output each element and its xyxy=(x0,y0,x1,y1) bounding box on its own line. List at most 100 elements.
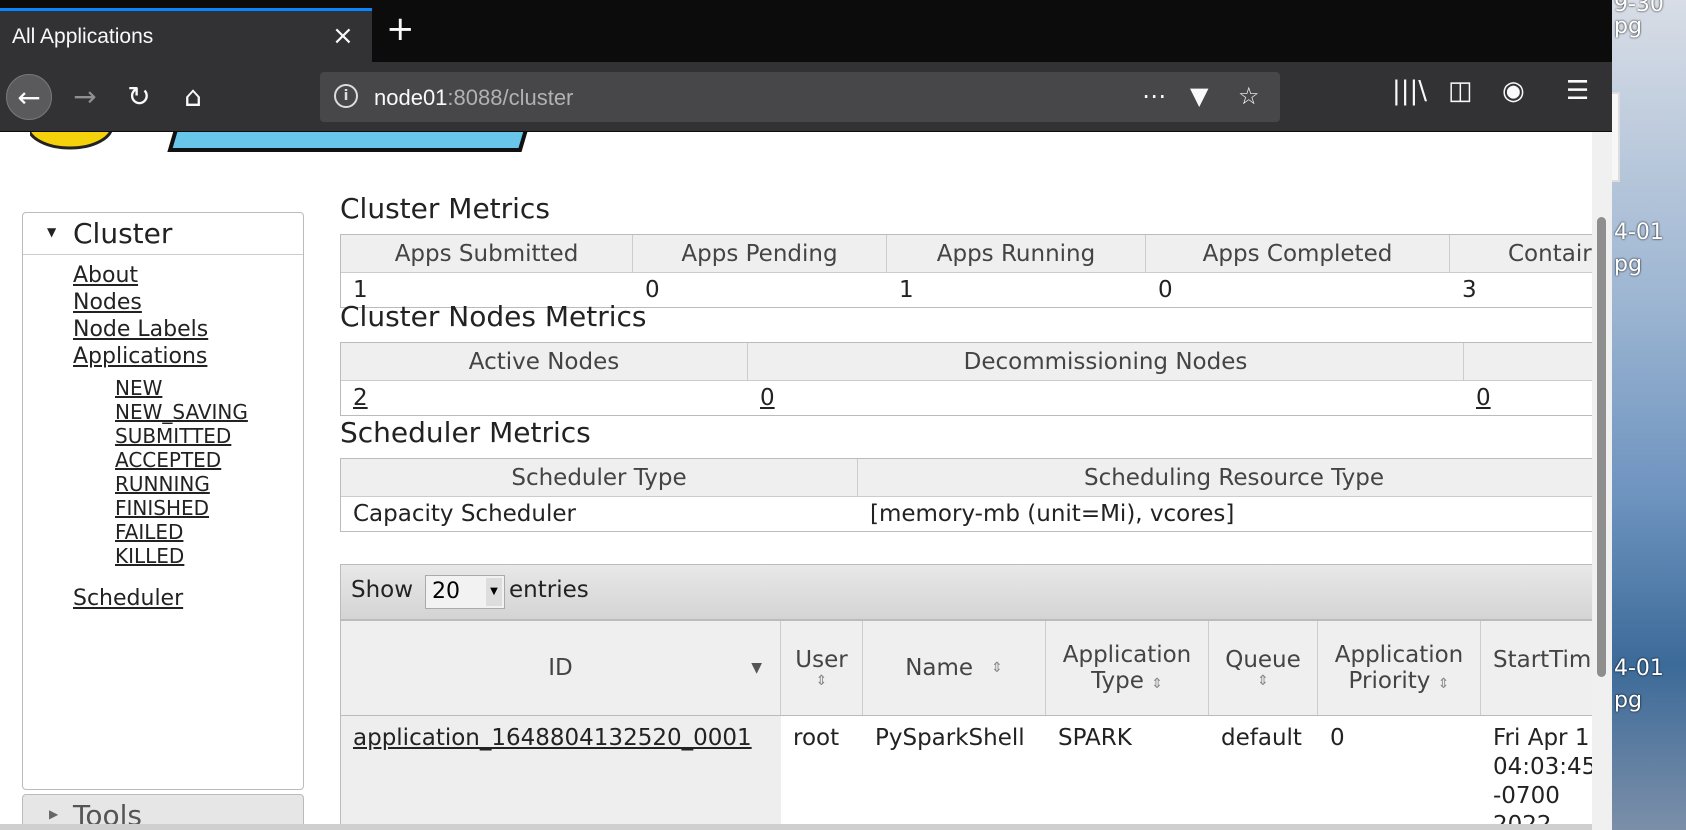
column-header-id[interactable]: ID ▼ xyxy=(341,621,781,715)
close-icon[interactable]: × xyxy=(332,21,354,51)
pocket-icon[interactable]: ▼ xyxy=(1190,82,1208,110)
header-cell: Apps Completed xyxy=(1146,235,1450,272)
cell-priority: 0 xyxy=(1330,725,1345,751)
desktop-label: pg xyxy=(1614,688,1642,713)
column-label: Application xyxy=(1062,642,1192,668)
cell-starttime: Fri Apr 1 04:03:45 -0700 2022 xyxy=(1481,716,1592,824)
column-header-priority[interactable]: Application Priority ⇕ xyxy=(1318,621,1481,715)
url-bar[interactable]: i node01:8088/cluster ⋯ ▼ ☆ xyxy=(320,72,1280,122)
vertical-scrollbar[interactable] xyxy=(1592,132,1612,830)
desktop-label: 4-01 xyxy=(1614,220,1664,245)
sidebar-state-accepted[interactable]: ACCEPTED xyxy=(115,448,221,472)
apps-table-header: ID ▼ User ⇕ Name ⇕ Application Type ⇕ Qu… xyxy=(340,620,1592,716)
column-header-name[interactable]: Name ⇕ xyxy=(863,621,1046,715)
entries-select-value: 20 xyxy=(432,579,460,604)
decommissioning-nodes-link[interactable]: 0 xyxy=(760,385,775,411)
sidebar-state-submitted[interactable]: SUBMITTED xyxy=(115,424,231,448)
new-tab-icon[interactable]: + xyxy=(386,12,415,46)
header-cell: Apps Submitted xyxy=(341,235,633,272)
sort-icon: ⇕ xyxy=(1151,676,1163,692)
cell-apps-completed: 0 xyxy=(1158,277,1173,303)
tab-all-applications[interactable]: All Applications × xyxy=(0,8,372,62)
menu-icon[interactable]: ☰ xyxy=(1566,76,1589,106)
cell-containers: 3 xyxy=(1462,277,1477,303)
scheduler-metrics-title: Scheduler Metrics xyxy=(340,416,591,449)
column-header-queue[interactable]: Queue ⇕ xyxy=(1209,621,1318,715)
entries-bar: Show 20 ▼ entries xyxy=(340,564,1592,620)
forward-icon[interactable]: → xyxy=(62,74,108,120)
column-label: Queue xyxy=(1225,647,1301,673)
sidebar-tools[interactable]: ▶ Tools xyxy=(22,794,304,824)
sidebar-state-new-saving[interactable]: NEW_SAVING xyxy=(115,400,248,424)
sidebar-link-about[interactable]: About xyxy=(73,263,138,288)
star-icon[interactable]: ☆ xyxy=(1238,82,1260,110)
header-cell: Decommissioning Nodes xyxy=(748,343,1464,380)
column-label: Priority ⇕ xyxy=(1318,668,1480,694)
account-icon[interactable]: ◉ xyxy=(1502,76,1525,106)
cell-decommissioning-nodes: 0 xyxy=(748,381,775,415)
horizontal-scrollbar[interactable] xyxy=(0,824,1592,830)
active-nodes-link[interactable]: 2 xyxy=(353,385,368,411)
cluster-metrics-title: Cluster Metrics xyxy=(340,192,550,225)
header-cell: Scheduling Resource Type xyxy=(1083,465,1385,491)
triangle-down-icon: ▼ xyxy=(47,225,57,239)
sidebar-state-finished[interactable]: FINISHED xyxy=(115,496,209,520)
column-label: ID xyxy=(548,655,573,681)
back-icon[interactable]: ← xyxy=(6,74,52,120)
header-cell: Apps Pending xyxy=(633,235,887,272)
column-header-starttime[interactable]: StartTim ⇕ xyxy=(1481,621,1592,715)
scrollbar-thumb[interactable] xyxy=(1597,217,1606,677)
url-host: node01 xyxy=(374,85,448,110)
column-header-type[interactable]: Application Type ⇕ xyxy=(1046,621,1209,715)
url-path: :8088/cluster xyxy=(447,85,574,110)
home-icon[interactable]: ⌂ xyxy=(170,74,216,120)
header-cell xyxy=(1464,343,1592,380)
header-cell: Contair xyxy=(1450,235,1592,272)
app-id-link[interactable]: application_1648804132520_0001 xyxy=(353,725,752,751)
info-icon[interactable]: i xyxy=(334,84,358,108)
table-row: application_1648804132520_0001 root PySp… xyxy=(340,716,1592,824)
sidebar-state-new[interactable]: NEW xyxy=(115,376,162,400)
column-label: User xyxy=(795,647,848,673)
cell-resource-type: [memory-mb (unit=Mi), vcores] xyxy=(870,501,1235,527)
sidebar-link-nodes[interactable]: Nodes xyxy=(73,290,142,315)
sort-icon: ⇕ xyxy=(991,660,1003,676)
column-label-line2: Type xyxy=(1091,668,1144,694)
entries-select[interactable]: 20 ▼ xyxy=(425,575,505,609)
reload-icon[interactable]: ↻ xyxy=(116,74,162,120)
cell-queue: default xyxy=(1221,725,1302,751)
sidebar-link-node-labels[interactable]: Node Labels xyxy=(73,317,208,342)
more-icon[interactable]: ⋯ xyxy=(1142,82,1166,110)
column-label-line2: Priority xyxy=(1348,668,1431,694)
url-text[interactable]: node01:8088/cluster xyxy=(374,85,573,111)
entries-label: entries xyxy=(509,577,589,603)
table-header: Scheduler Type Scheduling Resource Type xyxy=(341,459,1592,497)
tools-title: Tools xyxy=(73,799,142,824)
header-cell: Scheduler Type xyxy=(341,459,858,496)
desktop-label: 4-01 xyxy=(1614,656,1664,681)
sidebar-link-scheduler[interactable]: Scheduler xyxy=(73,586,183,611)
cluster-header[interactable]: ▼ Cluster xyxy=(23,213,303,255)
column-label: Name xyxy=(905,655,974,681)
sidebar-state-running[interactable]: RUNNING xyxy=(115,472,210,496)
table-header: Apps Submitted Apps Pending Apps Running… xyxy=(341,235,1592,273)
starttime-line: 04:03:45 xyxy=(1493,754,1592,780)
starttime-line: -0700 xyxy=(1493,783,1560,809)
sort-icon: ⇕ xyxy=(815,673,828,689)
table-row: 2 0 0 xyxy=(341,381,1592,415)
library-icon[interactable]: |||\ xyxy=(1392,76,1427,106)
sidebar-icon[interactable]: ◫ xyxy=(1448,76,1473,106)
sidebar-state-killed[interactable]: KILLED xyxy=(115,544,184,568)
decommissioned-nodes-link[interactable]: 0 xyxy=(1476,385,1491,411)
cell-active-nodes: 2 xyxy=(341,381,368,415)
page-content: ▼ Cluster About Nodes Node Labels Applic… xyxy=(0,132,1592,824)
column-header-user[interactable]: User ⇕ xyxy=(781,621,863,715)
column-label: Type ⇕ xyxy=(1046,668,1208,694)
desktop-label: pg xyxy=(1614,14,1642,39)
starttime-line: 2022 xyxy=(1493,811,1592,824)
column-label: Application xyxy=(1334,642,1464,668)
node-metrics-table: Active Nodes Decommissioning Nodes 2 0 0 xyxy=(340,342,1592,416)
sidebar-link-applications[interactable]: Applications xyxy=(73,344,207,369)
cell-app-id: application_1648804132520_0001 xyxy=(341,716,781,824)
sidebar-state-failed[interactable]: FAILED xyxy=(115,520,183,544)
